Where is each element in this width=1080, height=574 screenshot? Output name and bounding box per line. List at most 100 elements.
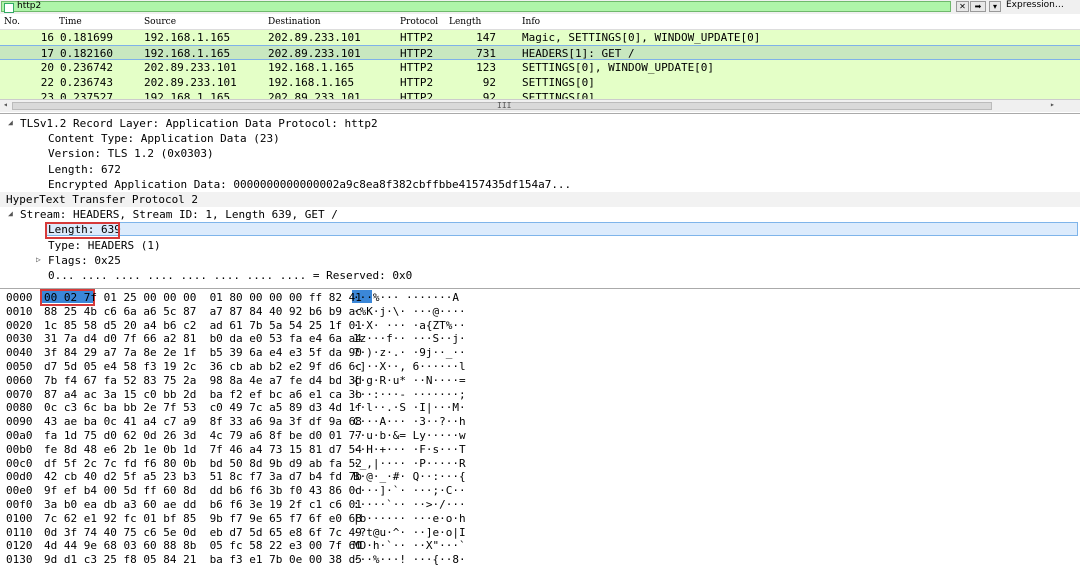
filter-text[interactable]: http2	[17, 1, 41, 11]
hex-row[interactable]: 0110 0d 3f 74 40 75 c6 5e 0d eb d7 5d 65 …	[0, 526, 1080, 540]
hex-row[interactable]: 0090 43 ae ba 0c 41 a4 c7 a9 8f 33 a6 9a …	[0, 415, 1080, 429]
hex-ascii[interactable]: ·%K·j·\· ···@····	[353, 305, 466, 318]
hex-bytes[interactable]: df 5f 2c 7c fd f6 80 0b bd 50 8d 9b d9 a…	[44, 457, 362, 470]
hex-ascii[interactable]: ··H·+··· ·F·s···T	[353, 443, 466, 456]
display-filter-input[interactable]: http2	[1, 1, 951, 13]
scroll-grip-icon: III	[497, 101, 512, 110]
hex-bytes[interactable]: 9d d1 c3 25 f8 05 84 21 ba f3 e1 7b 0e 0…	[44, 553, 362, 566]
clear-filter-icon[interactable]: ✕	[956, 1, 969, 12]
detail-row[interactable]: Encrypted Application Data: 000000000000…	[0, 177, 1080, 192]
hex-row[interactable]: 00e0 9f ef b4 00 5d ff 60 8d dd b6 f6 3b …	[0, 484, 1080, 498]
hex-row[interactable]: 0010 88 25 4b c6 6a a6 5c 87 a7 87 84 40 …	[0, 305, 1080, 319]
hex-bytes[interactable]: d7 5d 05 e4 58 f3 19 2c 36 cb ab b2 e2 9…	[44, 360, 362, 373]
hex-row[interactable]: 00b0 fe 8d 48 e6 2b 1e 0b 1d 7f 46 a4 73 …	[0, 443, 1080, 457]
detail-row[interactable]: ◢ Stream: HEADERS, Stream ID: 1, Length 6…	[0, 207, 1080, 222]
hex-ascii[interactable]: ···%··· ·······A	[353, 291, 459, 304]
detail-row[interactable]: Length: 639	[0, 222, 1080, 237]
hex-row[interactable]: 0000 00 02 7f 01 25 00 00 00 01 80 00 00 …	[0, 291, 1080, 305]
hex-row[interactable]: 0020 1c 85 58 d5 20 a4 b6 c2 ad 61 7b 5a …	[0, 319, 1080, 333]
hex-bytes[interactable]: 87 a4 ac 3a 15 c0 bb 2d ba f2 ef bc a6 e…	[44, 388, 362, 401]
hex-ascii[interactable]: ?·)·z·.· ·9j··_··	[353, 346, 466, 359]
hex-bytes[interactable]: 0d 3f 74 40 75 c6 5e 0d eb d7 5d 65 e8 6…	[44, 526, 362, 539]
hex-row[interactable]: 00d0 42 cb 40 d2 5f a5 23 b3 51 8c f7 3a …	[0, 470, 1080, 484]
scroll-right-icon[interactable]: ▸	[1050, 100, 1055, 109]
hex-row[interactable]: 0060 7b f4 67 fa 52 83 75 2a 98 8a 4e a7 …	[0, 374, 1080, 388]
hex-bytes[interactable]: 3a b0 ea db a3 60 ae dd b6 f6 3e 19 2f c…	[44, 498, 362, 511]
col-time[interactable]: Time	[59, 17, 82, 27]
hex-ascii[interactable]: B·@·_·#· Q··:···{	[353, 470, 466, 483]
hex-ascii[interactable]: ··u·b·&= Ly·····w	[353, 429, 466, 442]
hex-bytes[interactable]: 00 02 7f 01 25 00 00 00 01 80 00 00 00 f…	[44, 291, 362, 304]
col-info[interactable]: Info	[522, 17, 540, 27]
hex-row[interactable]: 0080 0c c3 6c ba bb 2e 7f 53 c0 49 7c a5 …	[0, 401, 1080, 415]
hex-bytes[interactable]: fa 1d 75 d0 62 0d 26 3d 4c 79 a6 8f be d…	[44, 429, 362, 442]
hex-row[interactable]: 0100 7c 62 e1 92 fc 01 bf 85 9b f7 9e 65 …	[0, 512, 1080, 526]
hex-ascii[interactable]: ·]··X··, 6······l	[353, 360, 466, 373]
hex-bytes[interactable]: fe 8d 48 e6 2b 1e 0b 1d 7f 46 a4 73 15 8…	[44, 443, 362, 456]
packet-protocol: HTTP2	[400, 31, 434, 44]
hex-ascii[interactable]: ·?t@u·^· ··]e·o|I	[353, 526, 466, 539]
packet-row[interactable]: 20 0.236742 202.89.233.101 192.168.1.165 HTT…	[0, 60, 1080, 75]
hex-row[interactable]: 0120 4d 44 9e 68 03 60 88 8b 05 fc 58 22 …	[0, 539, 1080, 553]
hex-ascii[interactable]: ··l··.·S ·I|···M·	[353, 401, 466, 414]
chevron-down-icon[interactable]: ▾	[989, 1, 1001, 12]
detail-row[interactable]: ◢HyperText Transfer Protocol 2	[0, 192, 1080, 207]
hex-ascii[interactable]: {·g·R·u* ··N····=	[353, 374, 466, 387]
hex-ascii[interactable]: ··X· ··· ·a{ZT%··	[353, 319, 466, 332]
col-length[interactable]: Length	[449, 17, 481, 27]
hex-row[interactable]: 00f0 3a b0 ea db a3 60 ae dd b6 f6 3e 19 …	[0, 498, 1080, 512]
detail-row[interactable]: Version: TLS 1.2 (0x0303)	[0, 146, 1080, 161]
hex-bytes[interactable]: 43 ae ba 0c 41 a4 c7 a9 8f 33 a6 9a 3f d…	[44, 415, 362, 428]
packet-length: 123	[476, 61, 496, 74]
hex-bytes[interactable]: 42 cb 40 d2 5f a5 23 b3 51 8c f7 3a d7 b…	[44, 470, 362, 483]
hex-bytes[interactable]: 7b f4 67 fa 52 83 75 2a 98 8a 4e a7 fe d…	[44, 374, 362, 387]
detail-row[interactable]: ▷ Flags: 0x25	[0, 253, 1080, 268]
hex-ascii[interactable]: MD·h·`·· ··X"···`	[353, 539, 466, 552]
hex-row[interactable]: 0040 3f 84 29 a7 7a 8e 2e 1f b5 39 6a e4 …	[0, 346, 1080, 360]
hex-ascii[interactable]: ·_,|···· ·P·····R	[353, 457, 466, 470]
detail-row[interactable]: Length: 672	[0, 162, 1080, 177]
col-no[interactable]: No.	[4, 17, 20, 27]
hex-bytes[interactable]: 1c 85 58 d5 20 a4 b6 c2 ad 61 7b 5a 54 2…	[44, 319, 362, 332]
col-destination[interactable]: Destination	[268, 17, 321, 27]
hex-row[interactable]: 0130 9d d1 c3 25 f8 05 84 21 ba f3 e1 7b …	[0, 553, 1080, 567]
detail-row[interactable]: ◢ TLSv1.2 Record Layer: Application Data …	[0, 116, 1080, 131]
col-protocol[interactable]: Protocol	[400, 17, 438, 27]
expand-icon[interactable]: ▷	[36, 255, 41, 264]
collapse-icon[interactable]: ◢	[8, 209, 13, 218]
packet-row[interactable]: 17 0.182160 192.168.1.165 202.89.233.101 HTT…	[0, 45, 1080, 60]
hex-row[interactable]: 00c0 df 5f 2c 7c fd f6 80 0b bd 50 8d 9b …	[0, 457, 1080, 471]
hex-bytes[interactable]: 0c c3 6c ba bb 2e 7f 53 c0 49 7c a5 89 d…	[44, 401, 362, 414]
hex-ascii[interactable]: C···A··· ·3··?··h	[353, 415, 466, 428]
hex-bytes[interactable]: 31 7a d4 d0 7f 66 a2 81 b0 da e0 53 fa e…	[44, 332, 362, 345]
hex-ascii[interactable]: ···:···- ·······;	[353, 388, 466, 401]
hex-bytes[interactable]: 88 25 4b c6 6a a6 5c 87 a7 87 84 40 92 b…	[44, 305, 362, 318]
scroll-left-icon[interactable]: ◂	[3, 100, 8, 109]
bookmark-icon[interactable]	[4, 3, 14, 13]
hex-bytes[interactable]: 4d 44 9e 68 03 60 88 8b 05 fc 58 22 e3 0…	[44, 539, 362, 552]
packet-row[interactable]: 22 0.236743 202.89.233.101 192.168.1.165 HTT…	[0, 75, 1080, 90]
detail-row[interactable]: Content Type: Application Data (23)	[0, 131, 1080, 146]
hex-bytes[interactable]: 9f ef b4 00 5d ff 60 8d dd b6 f6 3b f0 4…	[44, 484, 362, 497]
hex-ascii[interactable]: |b······ ···e·o·h	[353, 512, 466, 525]
hex-ascii[interactable]: :····`·· ··>·/···	[353, 498, 466, 511]
hex-bytes[interactable]: 7c 62 e1 92 fc 01 bf 85 9b f7 9e 65 f7 6…	[44, 512, 362, 525]
hex-row[interactable]: 0050 d7 5d 05 e4 58 f3 19 2c 36 cb ab b2 …	[0, 360, 1080, 374]
hex-offset: 0100	[6, 511, 33, 525]
packet-list-hscrollbar[interactable]: ◂ III ▸	[0, 99, 1080, 112]
collapse-icon[interactable]: ◢	[8, 118, 13, 127]
detail-row[interactable]: 0... .... .... .... .... .... .... .... …	[0, 268, 1080, 283]
col-source[interactable]: Source	[144, 17, 176, 27]
detail-row[interactable]: Type: HEADERS (1)	[0, 238, 1080, 253]
apply-filter-icon[interactable]: ➡	[970, 1, 986, 12]
packet-row[interactable]: 16 0.181699 192.168.1.165 202.89.233.101 HTT…	[0, 30, 1080, 45]
hex-ascii[interactable]: 1z···f·· ···S··j·	[353, 332, 466, 345]
hex-row[interactable]: 0070 87 a4 ac 3a 15 c0 bb 2d ba f2 ef bc …	[0, 388, 1080, 402]
hex-bytes[interactable]: 3f 84 29 a7 7a 8e 2e 1f b5 39 6a e4 e3 5…	[44, 346, 362, 359]
hex-row[interactable]: 00a0 fa 1d 75 d0 62 0d 26 3d 4c 79 a6 8f …	[0, 429, 1080, 443]
expression-button[interactable]: Expression…	[1006, 0, 1064, 10]
hex-ascii[interactable]: ···%···! ···{··8·	[353, 553, 466, 566]
hex-row[interactable]: 0030 31 7a d4 d0 7f 66 a2 81 b0 da e0 53 …	[0, 332, 1080, 346]
hex-ascii[interactable]: ····]·`· ···;·C··	[353, 484, 466, 497]
packet-list-header: No. Time Source Destination Protocol Len…	[0, 15, 1080, 30]
